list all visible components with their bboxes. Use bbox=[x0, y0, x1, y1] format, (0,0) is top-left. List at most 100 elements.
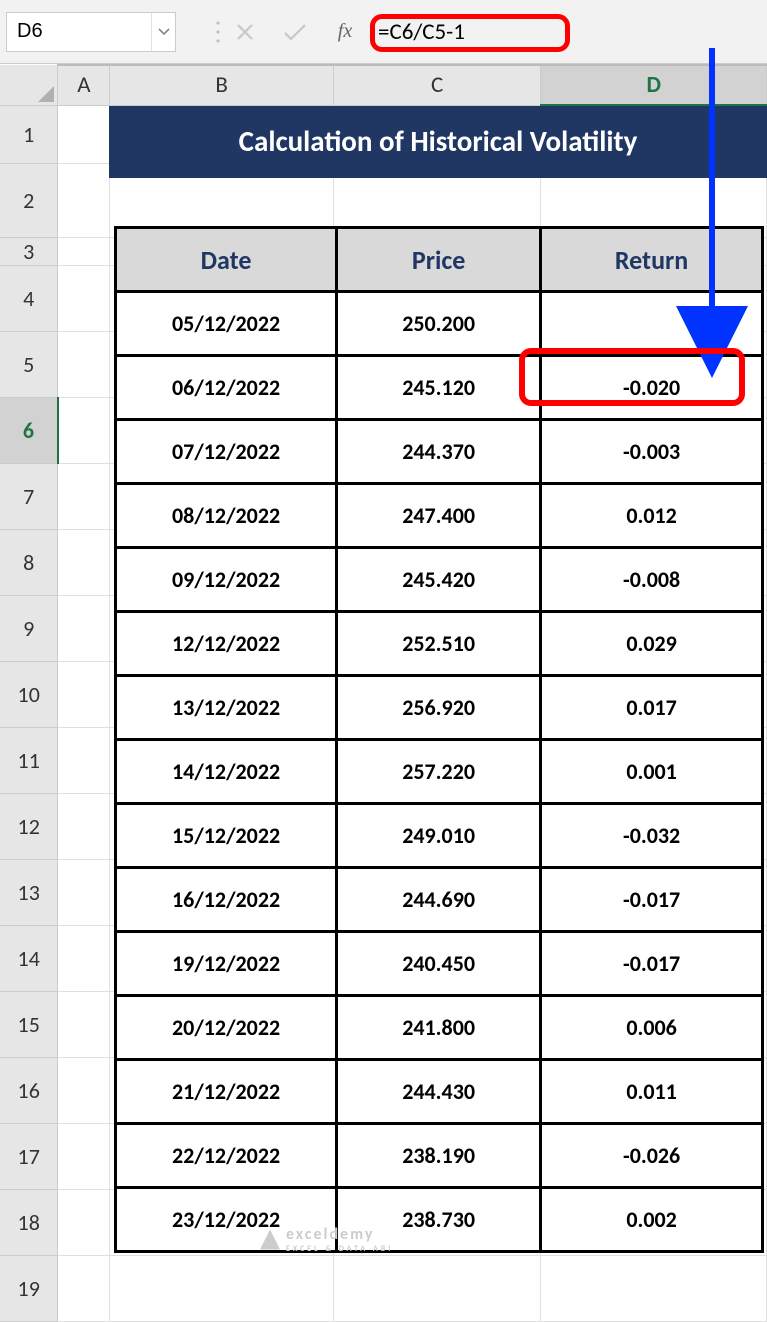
cell-price[interactable]: 249.010 bbox=[337, 804, 541, 868]
row-header-15[interactable]: 15 bbox=[0, 991, 58, 1057]
cell-return[interactable]: 0.012 bbox=[541, 484, 763, 548]
cell-price[interactable]: 244.370 bbox=[337, 420, 541, 484]
cell-return[interactable]: -0.020 bbox=[541, 356, 763, 420]
cell-date[interactable]: 22/12/2022 bbox=[116, 1124, 337, 1188]
row-header-8[interactable]: 8 bbox=[0, 529, 58, 595]
cell-return[interactable]: 0.029 bbox=[541, 612, 763, 676]
row-header-9[interactable]: 9 bbox=[0, 595, 58, 661]
row-header-14[interactable]: 14 bbox=[0, 925, 58, 991]
cell-price[interactable]: 238.190 bbox=[337, 1124, 541, 1188]
row-header-19[interactable]: 19 bbox=[0, 1255, 58, 1321]
cell-date[interactable]: 08/12/2022 bbox=[116, 484, 337, 548]
cell-A19[interactable] bbox=[58, 1255, 110, 1321]
cell-price[interactable]: 238.730 bbox=[337, 1188, 541, 1252]
row-header-1[interactable]: 1 bbox=[0, 105, 58, 163]
cell-date[interactable]: 23/12/2022 bbox=[116, 1188, 337, 1252]
cell-A9[interactable] bbox=[58, 595, 110, 661]
table-row: 09/12/2022245.420-0.008 bbox=[116, 548, 763, 612]
col-header-C[interactable]: C bbox=[333, 65, 541, 105]
row-header-6[interactable]: 6 bbox=[0, 397, 58, 463]
row-header-11[interactable]: 11 bbox=[0, 727, 58, 793]
cell-return[interactable]: 0.017 bbox=[541, 676, 763, 740]
cell-date[interactable]: 15/12/2022 bbox=[116, 804, 337, 868]
cell-C19[interactable] bbox=[333, 1255, 541, 1321]
row-header-10[interactable]: 10 bbox=[0, 661, 58, 727]
cell-A2[interactable] bbox=[58, 163, 110, 237]
cell-A1[interactable] bbox=[58, 105, 110, 163]
cell-return[interactable]: 0.011 bbox=[541, 1060, 763, 1124]
cell-A4[interactable] bbox=[58, 265, 110, 331]
row-header-17[interactable]: 17 bbox=[0, 1123, 58, 1189]
cell-A11[interactable] bbox=[58, 727, 110, 793]
cell-return[interactable]: -0.017 bbox=[541, 932, 763, 996]
cell-return[interactable]: -0.008 bbox=[541, 548, 763, 612]
row-header-2[interactable]: 2 bbox=[0, 163, 58, 237]
cell-A16[interactable] bbox=[58, 1057, 110, 1123]
cell-price[interactable]: 250.200 bbox=[337, 292, 541, 356]
row-header-5[interactable]: 5 bbox=[0, 331, 58, 397]
cell-date[interactable]: 05/12/2022 bbox=[116, 292, 337, 356]
cell-D19[interactable] bbox=[541, 1255, 767, 1321]
select-all-corner[interactable] bbox=[0, 65, 58, 105]
cell-A17[interactable] bbox=[58, 1123, 110, 1189]
cell-A15[interactable] bbox=[58, 991, 110, 1057]
cell-return[interactable]: 0.001 bbox=[541, 740, 763, 804]
cell-A3[interactable] bbox=[58, 237, 110, 265]
cell-A8[interactable] bbox=[58, 529, 110, 595]
cancel-button[interactable] bbox=[220, 12, 270, 52]
cell-price[interactable]: 252.510 bbox=[337, 612, 541, 676]
row-header-7[interactable]: 7 bbox=[0, 463, 58, 529]
cell-date[interactable]: 06/12/2022 bbox=[116, 356, 337, 420]
col-header-A[interactable]: A bbox=[58, 65, 110, 105]
enter-button[interactable] bbox=[270, 12, 320, 52]
row-header-4[interactable]: 4 bbox=[0, 265, 58, 331]
name-box[interactable] bbox=[7, 16, 127, 47]
cell-return[interactable]: 0.002 bbox=[541, 1188, 763, 1252]
cell-price[interactable]: 247.400 bbox=[337, 484, 541, 548]
cell-A6[interactable] bbox=[58, 397, 110, 463]
cell-date[interactable]: 20/12/2022 bbox=[116, 996, 337, 1060]
row-header-16[interactable]: 16 bbox=[0, 1057, 58, 1123]
cell-price[interactable]: 241.800 bbox=[337, 996, 541, 1060]
cell-date[interactable]: 14/12/2022 bbox=[116, 740, 337, 804]
cell-date[interactable]: 12/12/2022 bbox=[116, 612, 337, 676]
row-header-13[interactable]: 13 bbox=[0, 859, 58, 925]
table-row: 08/12/2022247.4000.012 bbox=[116, 484, 763, 548]
cell-price[interactable]: 256.920 bbox=[337, 676, 541, 740]
cell-date[interactable]: 09/12/2022 bbox=[116, 548, 337, 612]
col-header-B[interactable]: B bbox=[110, 65, 334, 105]
cell-date[interactable]: 13/12/2022 bbox=[116, 676, 337, 740]
col-header-D[interactable]: D bbox=[541, 65, 767, 105]
name-box-dropdown[interactable] bbox=[151, 13, 175, 51]
row-header-12[interactable]: 12 bbox=[0, 793, 58, 859]
cell-price[interactable]: 244.690 bbox=[337, 868, 541, 932]
cell-return[interactable]: -0.032 bbox=[541, 804, 763, 868]
cell-date[interactable]: 19/12/2022 bbox=[116, 932, 337, 996]
cell-return[interactable]: 0.006 bbox=[541, 996, 763, 1060]
formula-input[interactable] bbox=[370, 14, 590, 50]
cell-price[interactable]: 245.420 bbox=[337, 548, 541, 612]
cell-price[interactable]: 245.120 bbox=[337, 356, 541, 420]
cell-A5[interactable] bbox=[58, 331, 110, 397]
cell-date[interactable]: 21/12/2022 bbox=[116, 1060, 337, 1124]
cell-date[interactable]: 16/12/2022 bbox=[116, 868, 337, 932]
cell-return[interactable]: -0.017 bbox=[541, 868, 763, 932]
cell-return[interactable]: -0.003 bbox=[541, 420, 763, 484]
cell-A13[interactable] bbox=[58, 859, 110, 925]
cell-B19[interactable] bbox=[110, 1255, 334, 1321]
fx-label[interactable]: fx bbox=[320, 20, 370, 43]
cell-return[interactable] bbox=[541, 292, 763, 356]
cell-A7[interactable] bbox=[58, 463, 110, 529]
row-header-3[interactable]: 3 bbox=[0, 237, 58, 265]
row-header-18[interactable]: 18 bbox=[0, 1189, 58, 1255]
cell-price[interactable]: 244.430 bbox=[337, 1060, 541, 1124]
name-box-container bbox=[6, 12, 176, 52]
cell-A18[interactable] bbox=[58, 1189, 110, 1255]
cell-return[interactable]: -0.026 bbox=[541, 1124, 763, 1188]
cell-A12[interactable] bbox=[58, 793, 110, 859]
cell-price[interactable]: 257.220 bbox=[337, 740, 541, 804]
cell-A10[interactable] bbox=[58, 661, 110, 727]
cell-date[interactable]: 07/12/2022 bbox=[116, 420, 337, 484]
cell-price[interactable]: 240.450 bbox=[337, 932, 541, 996]
cell-A14[interactable] bbox=[58, 925, 110, 991]
